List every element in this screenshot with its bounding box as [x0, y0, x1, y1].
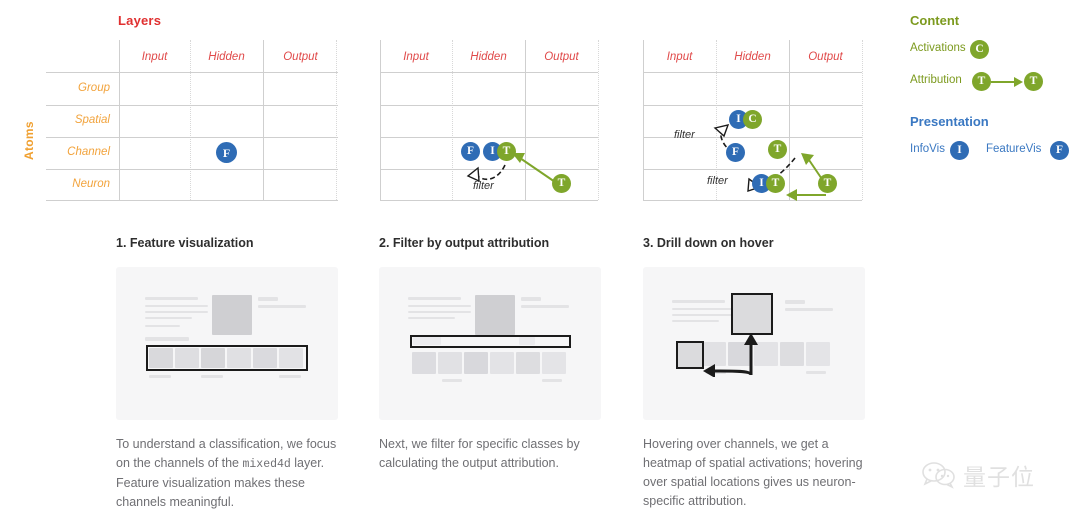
matrix-col-head-hidden: Hidden	[208, 51, 245, 63]
grid-hline	[46, 169, 338, 170]
matrix-row-head-channel: Channel	[67, 146, 110, 158]
panel-3-thumbnail	[643, 267, 865, 420]
legend-attribution-token-to: T	[1024, 72, 1043, 91]
matrix-row-head-neuron: Neuron	[72, 178, 110, 190]
grid-hline	[46, 72, 338, 73]
node-featurevis: F	[726, 143, 745, 162]
panel-2-thumbnail	[379, 267, 601, 420]
node-featurevis: F	[461, 142, 480, 161]
panel-3-title: 3. Drill down on hover	[643, 236, 774, 250]
atoms-axis-label: Atoms	[22, 121, 36, 160]
hover-drill-arrow	[703, 333, 758, 377]
panel-1-title: 1. Feature visualization	[116, 236, 254, 250]
legend-arrow-icon	[991, 77, 1023, 87]
legend-featurevis-label: FeatureVis	[986, 143, 1042, 155]
filter-label-lower: filter	[707, 175, 728, 187]
legend-attribution-token-from: T	[972, 72, 991, 91]
legend-infovis-label: InfoVis	[910, 143, 945, 155]
panel-1-thumbnail	[116, 267, 338, 420]
matrix-row-head-group: Group	[78, 82, 110, 94]
legend-activations-token: C	[970, 40, 989, 59]
wechat-icon	[922, 462, 955, 489]
grid-vline	[336, 40, 338, 200]
node-attribution-output: T	[818, 174, 837, 193]
legend-activations-label: Activations	[910, 42, 966, 54]
watermark-text: 量子位	[963, 465, 1035, 491]
grid-hline	[46, 105, 338, 106]
filter-label-upper: filter	[674, 129, 695, 141]
legend-presentation-heading: Presentation	[910, 114, 989, 129]
grid-hline	[46, 137, 338, 138]
matrix-1-title: Layers	[118, 13, 162, 28]
node-featurevis: F	[216, 142, 237, 163]
legend-infovis-token: I	[950, 141, 969, 160]
node-attribution-hidden: T	[768, 140, 787, 159]
panel-3-text: Hovering over channels, we get a heatmap…	[643, 437, 863, 508]
matrix-row-head-spatial: Spatial	[74, 114, 110, 126]
node-activations: C	[743, 110, 762, 129]
panel-1-code: mixed4d	[242, 458, 291, 471]
node-attribution-output: T	[552, 174, 571, 193]
matrix-col-head-output: Output	[283, 51, 318, 63]
grid-hline	[46, 200, 338, 201]
grid-vline	[263, 40, 264, 200]
panel-2-title: 2. Filter by output attribution	[379, 236, 550, 250]
grid-vline	[190, 40, 192, 200]
grid-vline	[119, 40, 120, 200]
watermark: 量子位	[922, 458, 1035, 492]
panel-2-text: Next, we filter for specific classes by …	[379, 437, 580, 470]
filter-label: filter	[473, 180, 494, 192]
panel-1-text: To understand a classification, we focus…	[116, 435, 346, 512]
legend-featurevis-token: F	[1050, 141, 1069, 160]
matrix-col-head-input: Input	[141, 51, 168, 63]
legend-content-heading: Content	[910, 13, 960, 28]
node-attribution: T	[497, 142, 516, 161]
node-attribution-lower: T	[766, 174, 785, 193]
legend-attribution-label: Attribution	[910, 74, 962, 86]
